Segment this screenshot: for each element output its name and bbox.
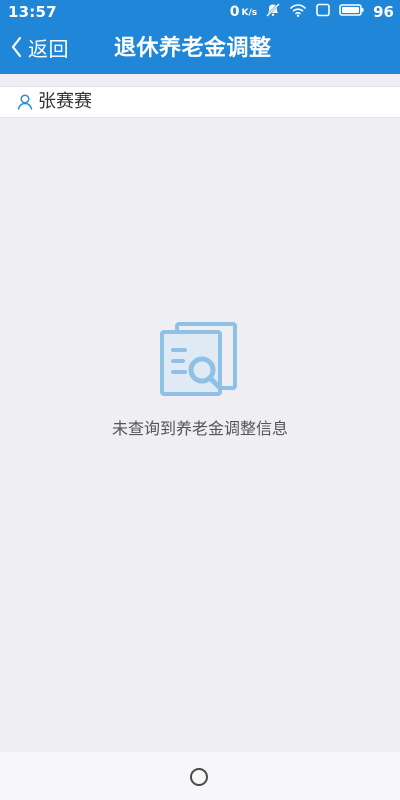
screen-icon [315, 2, 331, 22]
wifi-icon [289, 2, 307, 22]
home-circle-icon[interactable] [190, 768, 208, 786]
bottom-nav [0, 752, 400, 800]
empty-state-message: 未查询到养老金调整信息 [111, 419, 288, 438]
top-bar: 13:57 0 K/s 96 返回 退休养老金调整 [0, 0, 400, 74]
user-row: 张赛赛 [0, 86, 400, 118]
page-title: 退休养老金调整 [114, 36, 272, 61]
status-icons: 0 K/s 96 [230, 2, 394, 22]
network-speed-unit: K/s [241, 8, 258, 18]
app-bar: 返回 退休养老金调整 [0, 24, 400, 74]
network-speed: 0 K/s [230, 4, 257, 20]
back-button[interactable]: 返回 [10, 34, 69, 64]
network-speed-value: 0 [229, 4, 240, 20]
battery-level: 96 [373, 3, 394, 21]
chevron-left-icon [10, 36, 22, 62]
status-bar: 13:57 0 K/s 96 [0, 0, 400, 24]
back-label: 返回 [28, 37, 69, 61]
document-search-icon [159, 322, 241, 396]
user-icon [16, 93, 34, 111]
user-name: 张赛赛 [38, 91, 92, 112]
battery-icon [339, 2, 365, 22]
status-time: 13:57 [8, 3, 57, 21]
silent-icon [265, 2, 281, 22]
